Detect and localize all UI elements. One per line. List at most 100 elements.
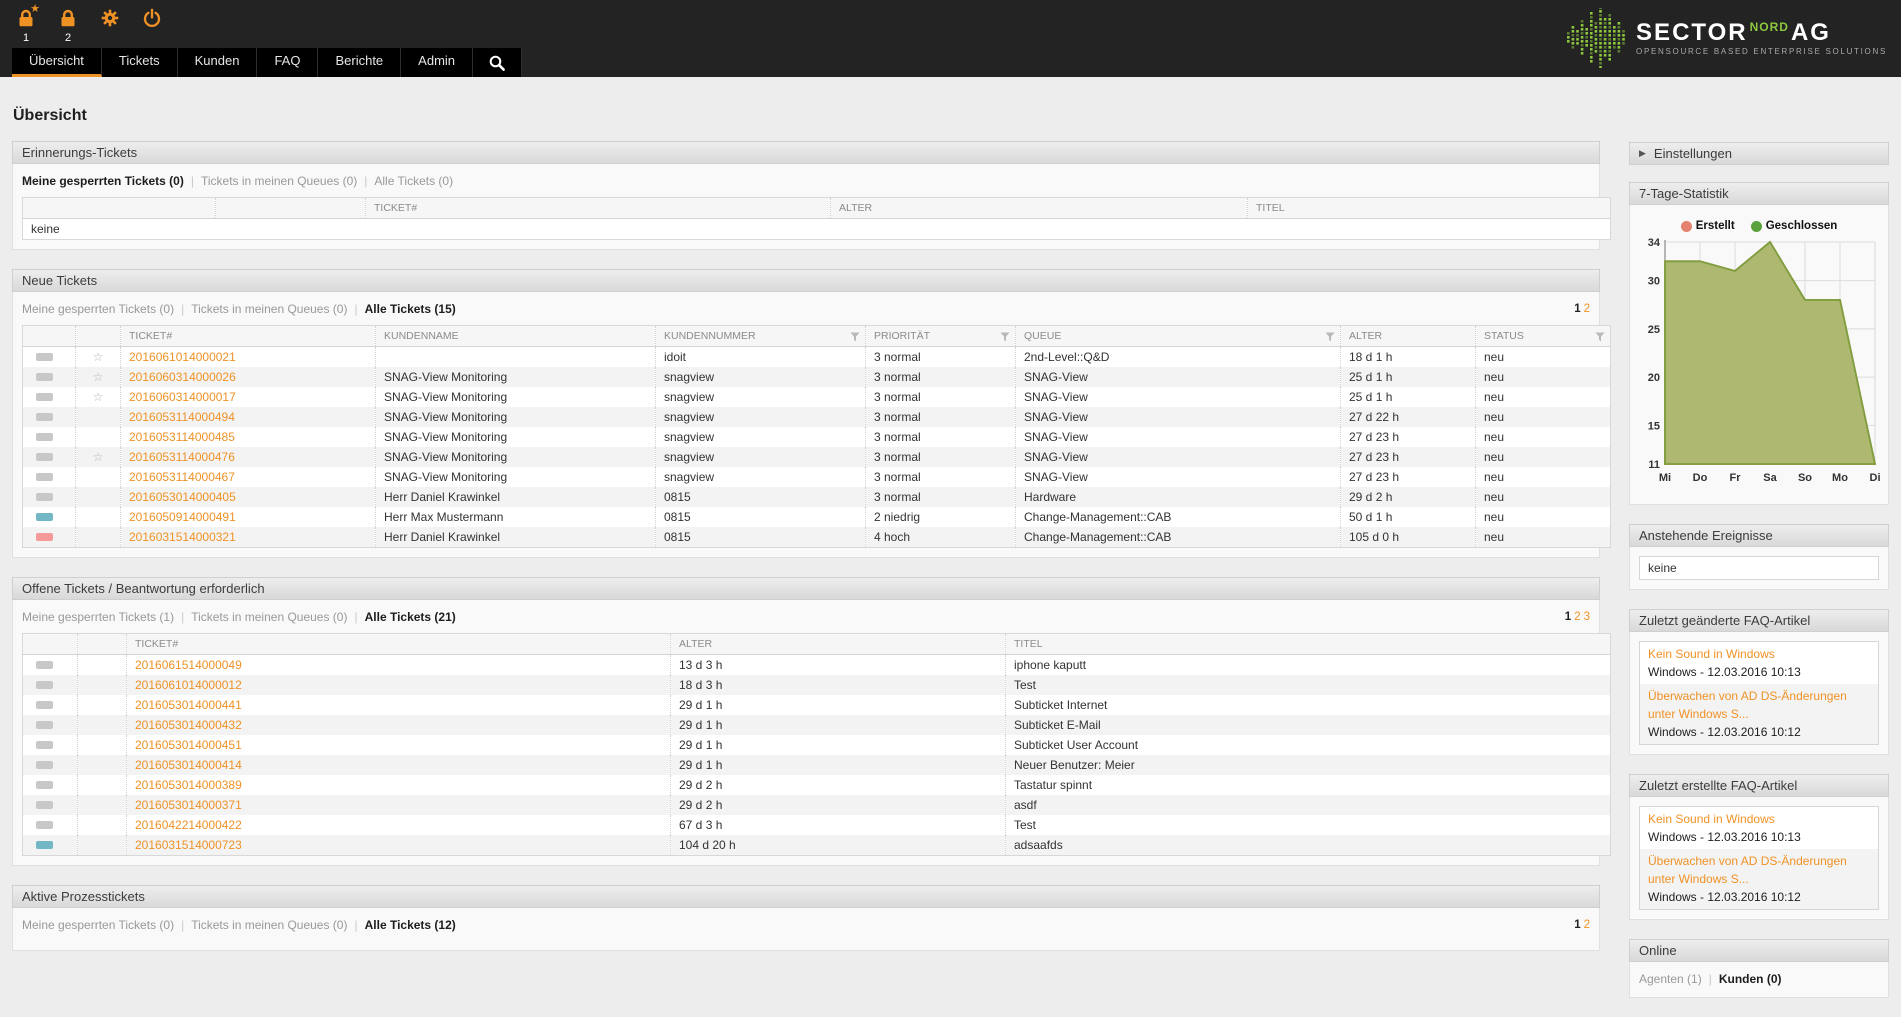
- offene-tab-0[interactable]: Meine gesperrten Tickets (1): [22, 610, 174, 624]
- prozess-page-1[interactable]: 1: [1574, 919, 1580, 931]
- table-row[interactable]: 201605301400044129 d 1 hSubticket Intern…: [23, 695, 1611, 715]
- legend-item-geschlossen[interactable]: Geschlossen: [1751, 220, 1838, 232]
- ticket-link[interactable]: 2016061514000049: [135, 658, 242, 672]
- prozess-tab-1[interactable]: Tickets in meinen Queues (0): [191, 918, 347, 932]
- column-header-alter[interactable]: ALTER: [671, 634, 1006, 655]
- widget-header-offene[interactable]: Offene Tickets / Beantwortung erforderli…: [12, 577, 1600, 600]
- ticket-link[interactable]: 2016053014000371: [135, 798, 242, 812]
- ticket-link[interactable]: 2016053014000451: [135, 738, 242, 752]
- erinnerungs-tab-2[interactable]: Alle Tickets (0): [374, 174, 453, 188]
- watch-star-cell[interactable]: [76, 527, 121, 548]
- table-row[interactable]: 2016053014000405Herr Daniel Krawinkel081…: [23, 487, 1611, 507]
- column-header-empty[interactable]: [23, 634, 78, 655]
- ticket-link[interactable]: 2016053114000485: [129, 430, 235, 444]
- column-header-kundennummer[interactable]: KUNDENNUMMER: [656, 326, 866, 347]
- column-header-ticket[interactable]: TICKET#: [121, 326, 376, 347]
- nav-item-berichte[interactable]: Berichte: [318, 48, 401, 77]
- online-tab-0[interactable]: Agenten (1): [1639, 972, 1702, 986]
- nav-search[interactable]: [473, 48, 522, 77]
- table-row[interactable]: 2016053114000494SNAG-View Monitoringsnag…: [23, 407, 1611, 427]
- column-header-empty[interactable]: [78, 634, 127, 655]
- ticket-link[interactable]: 2016050914000491: [129, 510, 236, 524]
- legend-item-erstellt[interactable]: Erstellt: [1681, 220, 1735, 232]
- widget-header-neue[interactable]: Neue Tickets: [12, 269, 1600, 292]
- offene-page-2[interactable]: 2: [1574, 611, 1580, 623]
- erinnerungs-tab-0[interactable]: Meine gesperrten Tickets (0): [22, 174, 184, 188]
- column-header-alter[interactable]: ALTER: [1341, 326, 1476, 347]
- nav-item-kunden[interactable]: Kunden: [178, 48, 258, 77]
- faq-article-link[interactable]: Überwachen von AD DS-Änderungen unter Wi…: [1648, 687, 1870, 723]
- table-row[interactable]: 201605301400043229 d 1 hSubticket E-Mail: [23, 715, 1611, 735]
- column-header-kundenname[interactable]: KUNDENNAME: [376, 326, 656, 347]
- sidebar-settings-toggle[interactable]: ▶ Einstellungen: [1629, 142, 1889, 165]
- erinnerungs-tab-1[interactable]: Tickets in meinen Queues (0): [201, 174, 357, 188]
- watch-star-cell[interactable]: ☆: [76, 387, 121, 407]
- column-header-queue[interactable]: QUEUE: [1016, 326, 1341, 347]
- table-row[interactable]: 2016031514000321Herr Daniel Krawinkel081…: [23, 527, 1611, 548]
- watch-star-cell[interactable]: [78, 655, 127, 676]
- watch-star-cell[interactable]: [78, 695, 127, 715]
- watch-star-cell[interactable]: [78, 835, 127, 856]
- faq-article-link[interactable]: Kein Sound in Windows: [1648, 810, 1870, 828]
- table-row[interactable]: 201606151400004913 d 3 hiphone kaputt: [23, 655, 1611, 676]
- column-header-empty[interactable]: [76, 326, 121, 347]
- offene-page-1[interactable]: 1: [1565, 611, 1571, 623]
- table-row[interactable]: 2016053114000485SNAG-View Monitoringsnag…: [23, 427, 1611, 447]
- column-header-titel[interactable]: TITEL: [1248, 198, 1611, 219]
- ticket-link[interactable]: 2016042214000422: [135, 818, 242, 832]
- offene-page-3[interactable]: 3: [1584, 611, 1590, 623]
- star-icon[interactable]: ☆: [93, 450, 104, 464]
- offene-tab-2[interactable]: Alle Tickets (21): [365, 610, 456, 624]
- table-row[interactable]: 201605301400037129 d 2 hasdf: [23, 795, 1611, 815]
- ticket-link[interactable]: 2016053014000414: [135, 758, 242, 772]
- column-header-empty[interactable]: [23, 326, 76, 347]
- watch-star-cell[interactable]: [78, 735, 127, 755]
- ticket-link[interactable]: 2016053014000389: [135, 778, 242, 792]
- toolbar-locked-tickets-new[interactable]: ★1: [14, 8, 38, 45]
- watch-star-cell[interactable]: [76, 507, 121, 527]
- widget-header-faq-geaendert[interactable]: Zuletzt geänderte FAQ-Artikel: [1629, 609, 1889, 632]
- watch-star-cell[interactable]: [78, 815, 127, 835]
- prozess-tab-2[interactable]: Alle Tickets (12): [365, 918, 456, 932]
- watch-star-cell[interactable]: [78, 795, 127, 815]
- widget-header-ereignisse[interactable]: Anstehende Ereignisse: [1629, 524, 1889, 547]
- table-row[interactable]: 2016053114000467SNAG-View Monitoringsnag…: [23, 467, 1611, 487]
- faq-article-link[interactable]: Überwachen von AD DS-Änderungen unter Wi…: [1648, 852, 1870, 888]
- nav-item-uebersicht[interactable]: Übersicht: [12, 48, 102, 77]
- watch-star-cell[interactable]: [78, 715, 127, 735]
- ticket-link[interactable]: 2016053114000476: [129, 450, 235, 464]
- column-header-titel[interactable]: TITEL: [1006, 634, 1611, 655]
- table-row[interactable]: 2016031514000723104 d 20 hadsaafds: [23, 835, 1611, 856]
- table-row[interactable]: 201606101400001218 d 3 hTest: [23, 675, 1611, 695]
- watch-star-cell[interactable]: [76, 467, 121, 487]
- ticket-link[interactable]: 2016061014000012: [135, 678, 242, 692]
- nav-item-admin[interactable]: Admin: [401, 48, 473, 77]
- watch-star-cell[interactable]: [78, 675, 127, 695]
- prozess-page-2[interactable]: 2: [1584, 919, 1590, 931]
- column-header-prioritt[interactable]: PRIORITÄT: [866, 326, 1016, 347]
- column-header-ticket[interactable]: TICKET#: [127, 634, 671, 655]
- offene-tab-1[interactable]: Tickets in meinen Queues (0): [191, 610, 347, 624]
- table-row[interactable]: ☆2016060314000026SNAG-View Monitoringsna…: [23, 367, 1611, 387]
- table-row[interactable]: 201605301400038929 d 2 hTastatur spinnt: [23, 775, 1611, 795]
- watch-star-cell[interactable]: [76, 487, 121, 507]
- ticket-link[interactable]: 2016053014000441: [135, 698, 242, 712]
- star-icon[interactable]: ☆: [93, 390, 104, 404]
- ticket-link[interactable]: 2016053114000467: [129, 470, 235, 484]
- toolbar-logout[interactable]: [140, 8, 164, 45]
- toolbar-preferences[interactable]: [98, 8, 122, 45]
- prozess-tab-0[interactable]: Meine gesperrten Tickets (0): [22, 918, 174, 932]
- table-row[interactable]: 201604221400042267 d 3 hTest: [23, 815, 1611, 835]
- table-row[interactable]: ☆2016060314000017SNAG-View Monitoringsna…: [23, 387, 1611, 407]
- neue-tab-0[interactable]: Meine gesperrten Tickets (0): [22, 302, 174, 316]
- ticket-link[interactable]: 2016053014000432: [135, 718, 242, 732]
- ticket-link[interactable]: 2016053114000494: [129, 410, 235, 424]
- ticket-link[interactable]: 2016031514000321: [129, 530, 236, 544]
- neue-page-1[interactable]: 1: [1574, 303, 1580, 315]
- filter-icon[interactable]: [1325, 332, 1335, 345]
- faq-article-link[interactable]: Kein Sound in Windows: [1648, 645, 1870, 663]
- column-header-empty[interactable]: [23, 198, 216, 219]
- neue-page-2[interactable]: 2: [1584, 303, 1590, 315]
- widget-header-prozess[interactable]: Aktive Prozesstickets: [12, 885, 1600, 908]
- watch-star-cell[interactable]: [76, 427, 121, 447]
